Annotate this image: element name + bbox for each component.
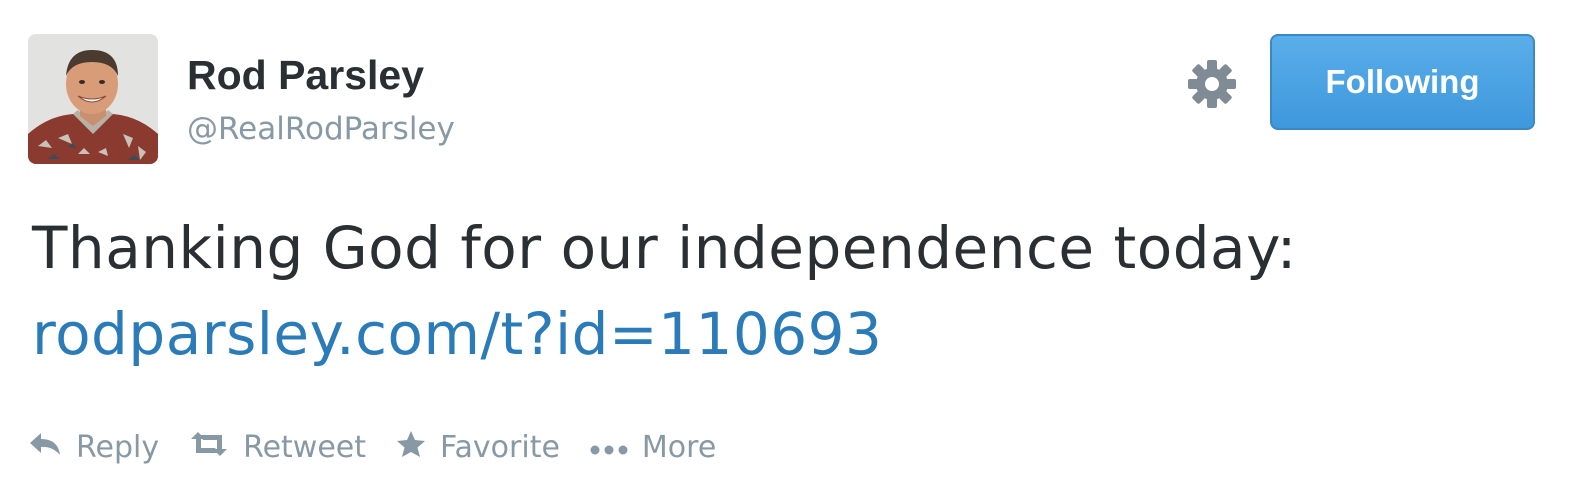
reply-label: Reply bbox=[76, 429, 160, 465]
user-handle[interactable]: @RealRodParsley bbox=[187, 111, 455, 147]
more-label: More bbox=[641, 429, 717, 465]
reply-button[interactable]: Reply bbox=[28, 430, 159, 465]
retweet-button[interactable]: Retweet bbox=[189, 430, 366, 465]
star-icon bbox=[396, 430, 426, 464]
gear-icon[interactable] bbox=[1186, 58, 1238, 110]
tweet-text: Thanking God for our independence today: bbox=[32, 214, 1297, 282]
avatar[interactable] bbox=[28, 34, 158, 164]
more-dots-icon bbox=[590, 432, 628, 462]
favorite-label: Favorite bbox=[440, 429, 560, 465]
user-name[interactable]: Rod Parsley bbox=[187, 52, 424, 99]
reply-icon bbox=[28, 431, 62, 463]
retweet-icon bbox=[189, 431, 229, 463]
retweet-label: Retweet bbox=[243, 429, 367, 465]
tweet-card: Rod Parsley @RealRodParsley Following Th… bbox=[0, 0, 1580, 482]
avatar-image bbox=[28, 34, 158, 164]
following-button[interactable]: Following bbox=[1270, 34, 1535, 130]
favorite-button[interactable]: Favorite bbox=[396, 430, 560, 465]
tweet-link[interactable]: rodparsley.com/t?id=110693 bbox=[32, 300, 882, 368]
more-button[interactable]: More bbox=[590, 430, 716, 465]
tweet-actions: Reply Retweet Favorite More bbox=[28, 422, 746, 472]
tweet-text-container: Thanking God for our independence today:… bbox=[32, 205, 1552, 377]
